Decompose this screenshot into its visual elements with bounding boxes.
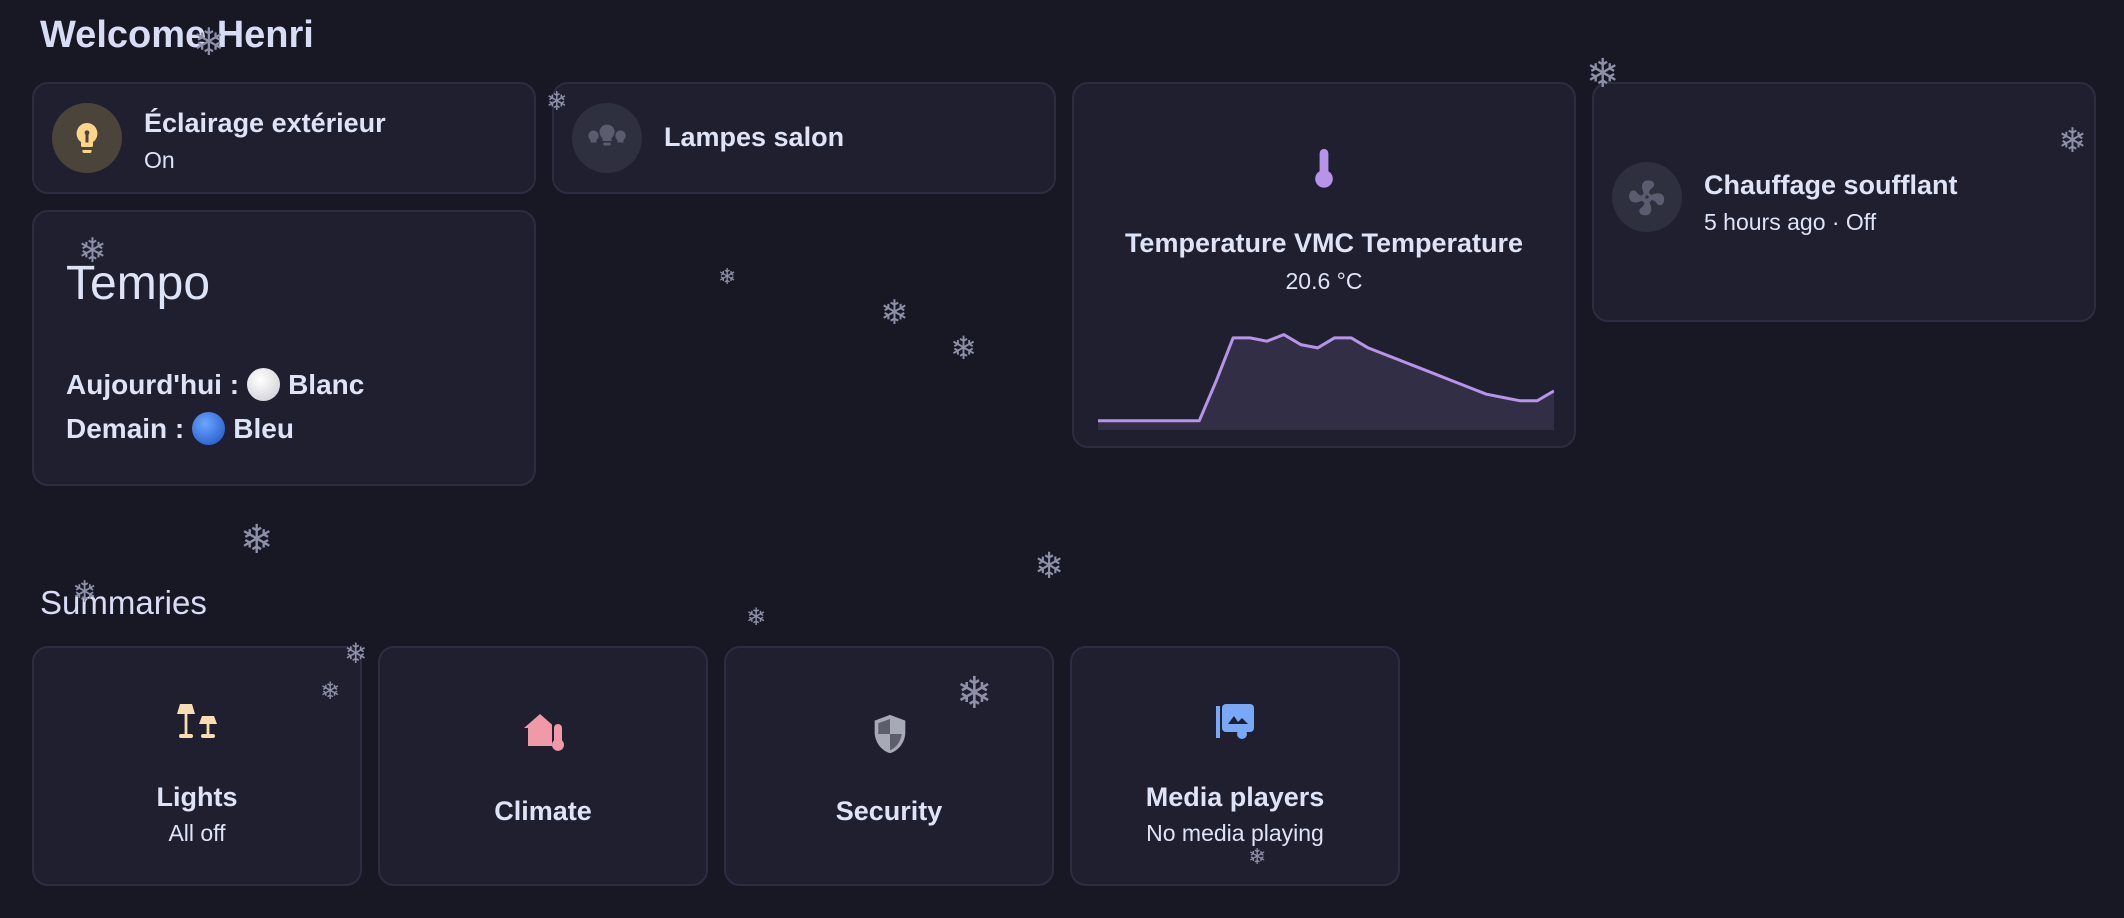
sensor-name: Temperature VMC Temperature: [1124, 228, 1524, 258]
home-thermometer-icon: [520, 706, 568, 759]
snowflake-icon: ❄: [950, 330, 977, 366]
today-label: Aujourd'hui :: [66, 368, 240, 400]
snowflake-icon: ❄: [240, 518, 274, 562]
snowflake-icon: ❄: [718, 264, 737, 289]
tile-state: 5 hours ago · Off: [1704, 209, 1877, 235]
tile-name: Chauffage soufflant: [1704, 170, 1958, 200]
white-circle-icon: [247, 368, 281, 401]
tile-chauffage-soufflant[interactable]: Chauffage soufflant 5 hours ago · Off: [1592, 82, 2096, 322]
summary-card-security[interactable]: Security: [724, 646, 1054, 886]
sensor-graph-area: [1098, 334, 1554, 430]
fan-icon[interactable]: [1612, 162, 1682, 232]
snowflake-icon: ❄: [1034, 545, 1065, 586]
summary-name: Lights: [156, 782, 238, 812]
tempo-card: Tempo Aujourd'hui : Blanc Demain : Bleu: [32, 210, 536, 486]
summary-card-media-players[interactable]: Media players No media playing: [1070, 646, 1400, 886]
summary-state: All off: [168, 820, 226, 846]
tomorrow-label: Demain :: [66, 412, 185, 444]
lightbulb-group-icon[interactable]: [572, 103, 642, 173]
summary-name: Climate: [494, 796, 592, 826]
shield-icon: [867, 710, 913, 763]
lightbulb-icon[interactable]: [52, 103, 122, 173]
tempo-today: Aujourd'hui : Blanc: [66, 368, 364, 401]
sensor-history-graph[interactable]: [1098, 322, 1554, 430]
sensor-card-temperature[interactable]: Temperature VMC Temperature 20.6 °C: [1072, 82, 1576, 448]
tile-name: Lampes salon: [664, 122, 845, 152]
summary-name: Security: [835, 796, 943, 826]
page-title: Welcome Henri: [40, 14, 314, 56]
tempo-tomorrow: Demain : Bleu: [66, 412, 294, 445]
snowflake-icon: ❄: [746, 604, 767, 631]
snowflake-icon: ❄: [880, 294, 909, 332]
lamps-icon: [174, 698, 222, 751]
tempo-title: Tempo: [66, 257, 211, 310]
section-heading-summaries: Summaries: [40, 584, 207, 621]
today-value: Blanc: [288, 368, 365, 400]
tile-name: Éclairage extérieur: [144, 108, 386, 138]
sensor-value: 20.6 °C: [1285, 268, 1363, 294]
tile-eclairage-exterieur[interactable]: Éclairage extérieur On: [32, 82, 536, 194]
media-library-icon: [1212, 698, 1260, 751]
summary-card-climate[interactable]: Climate: [378, 646, 708, 886]
blue-circle-icon: [192, 412, 226, 445]
tile-state: On: [144, 147, 175, 173]
tomorrow-value: Bleu: [233, 412, 294, 444]
summary-name: Media players: [1145, 782, 1325, 812]
summary-card-lights[interactable]: Lights All off: [32, 646, 362, 886]
summary-state: No media playing: [1146, 820, 1324, 846]
tile-lampes-salon[interactable]: Lampes salon: [552, 82, 1056, 194]
thermometer-icon: [1306, 146, 1342, 195]
